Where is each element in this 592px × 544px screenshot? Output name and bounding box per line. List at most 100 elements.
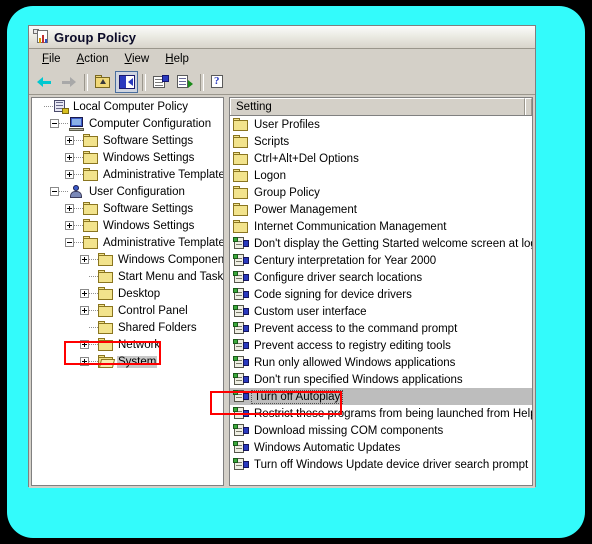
up-one-level-button[interactable] (91, 71, 114, 93)
tree-node[interactable]: Computer Configuration (32, 115, 223, 132)
tree-node[interactable]: Administrative Templates (32, 234, 223, 251)
expand-plus-icon[interactable] (65, 204, 74, 213)
expand-plus-icon[interactable] (80, 255, 89, 264)
list-row[interactable]: Century interpretation for Year 2000 (230, 252, 532, 269)
settings-list-pane[interactable]: Setting User Profiles Scripts Ctrl+Alt+Del… (229, 97, 533, 486)
tree-node[interactable]: User Configuration (32, 183, 223, 200)
back-button[interactable] (33, 71, 56, 93)
tree-connector (89, 336, 98, 353)
collapse-minus-icon[interactable] (50, 187, 59, 196)
forward-button[interactable] (57, 71, 80, 93)
tree-node[interactable]: Software Settings (32, 200, 223, 217)
collapse-minus-icon[interactable] (50, 119, 59, 128)
list-row-label: User Profiles (254, 118, 320, 131)
group-policy-window: Group Policy File Action View Help ? Loc… (28, 25, 536, 488)
folder-icon (98, 321, 114, 334)
expand-plus-icon[interactable] (65, 221, 74, 230)
list-row[interactable]: Don't run specified Windows applications (230, 371, 532, 388)
list-row[interactable]: Run only allowed Windows applications (230, 354, 532, 371)
up-folder-icon (94, 75, 111, 89)
expand-plus-icon[interactable] (65, 136, 74, 145)
tree-node[interactable]: Software Settings (32, 132, 223, 149)
list-row-label: Restrict these programs from being launc… (254, 407, 533, 420)
list-row[interactable]: Download missing COM components (230, 422, 532, 439)
tree-node[interactable]: Windows Settings (32, 217, 223, 234)
list-row[interactable]: Group Policy (230, 184, 532, 201)
tree-node-label: Administrative Templates (103, 168, 223, 181)
list-row[interactable]: Restrict these programs from being launc… (230, 405, 532, 422)
list-row[interactable]: Code signing for device drivers (230, 286, 532, 303)
console-tree-pane[interactable]: Local Computer Policy Computer Configurat… (31, 97, 224, 486)
folder-icon (83, 219, 99, 232)
tree-node[interactable]: Administrative Templates (32, 166, 223, 183)
tree-node[interactable]: Network (32, 336, 223, 353)
user-icon (68, 184, 85, 199)
list-row-label: Run only allowed Windows applications (254, 356, 456, 369)
list-row[interactable]: Prevent access to registry editing tools (230, 337, 532, 354)
list-row[interactable]: Power Management (230, 201, 532, 218)
menu-view[interactable]: View (117, 51, 158, 67)
list-row-label: Windows Automatic Updates (254, 441, 401, 454)
tree-node[interactable]: Local Computer Policy (32, 98, 223, 115)
policy-setting-icon (233, 457, 249, 472)
folder-icon (98, 304, 114, 317)
list-row[interactable]: Ctrl+Alt+Del Options (230, 150, 532, 167)
list-row[interactable]: User Profiles (230, 116, 532, 133)
list-row[interactable]: Windows Automatic Updates (230, 439, 532, 456)
policy-setting-icon (233, 423, 249, 438)
help-icon: ? (211, 75, 226, 89)
tree-node-label: Software Settings (103, 134, 194, 147)
list-row[interactable]: Don't display the Getting Started welcom… (230, 235, 532, 252)
tree-node[interactable]: Desktop (32, 285, 223, 302)
folder-icon (233, 169, 249, 182)
menu-file[interactable]: File (34, 51, 69, 67)
list-row[interactable]: Prevent access to the command prompt (230, 320, 532, 337)
list-row[interactable]: Scripts (230, 133, 532, 150)
list-row[interactable]: Configure driver search locations (230, 269, 532, 286)
tree-connector (89, 353, 98, 370)
show-hide-tree-button[interactable] (115, 71, 138, 93)
expand-plus-icon[interactable] (80, 306, 89, 315)
tree-node-label: Windows Components (118, 253, 223, 266)
collapse-minus-icon[interactable] (65, 238, 74, 247)
properties-button[interactable] (149, 71, 172, 93)
tree-node[interactable]: Windows Components (32, 251, 223, 268)
toolbar: ? (29, 70, 535, 95)
properties-icon (152, 75, 169, 89)
list-row-label: Download missing COM components (254, 424, 444, 437)
folder-icon (233, 203, 249, 216)
console-root-icon (53, 99, 69, 114)
tree-connector (89, 302, 98, 319)
expand-plus-icon[interactable] (80, 289, 89, 298)
tree-connector (89, 268, 98, 285)
expand-plus-icon[interactable] (80, 340, 89, 349)
folder-icon (233, 152, 249, 165)
column-header-setting[interactable]: Setting (230, 98, 525, 115)
list-row-label: Internet Communication Management (254, 220, 447, 233)
list-row[interactable]: Internet Communication Management (230, 218, 532, 235)
tree-node[interactable]: Control Panel (32, 302, 223, 319)
folder-icon (83, 168, 99, 181)
folder-icon (233, 220, 249, 233)
list-row[interactable]: Turn off Windows Update device driver se… (230, 456, 532, 473)
tree-node[interactable]: Start Menu and Taskbar (32, 268, 223, 285)
policy-setting-icon (233, 321, 249, 336)
menu-action[interactable]: Action (69, 51, 117, 67)
folder-icon (98, 338, 114, 351)
menu-help[interactable]: Help (157, 51, 197, 67)
tree-node[interactable]: Shared Folders (32, 319, 223, 336)
content-area: Local Computer Policy Computer Configurat… (29, 95, 535, 488)
list-row[interactable]: Custom user interface (230, 303, 532, 320)
list-row[interactable]: Logon (230, 167, 532, 184)
expand-plus-icon[interactable] (65, 170, 74, 179)
policy-setting-icon (233, 355, 249, 370)
list-row-selected[interactable]: Turn off Autoplay (230, 388, 532, 405)
tree-node[interactable]: Windows Settings (32, 149, 223, 166)
expand-plus-icon[interactable] (65, 153, 74, 162)
tree-node[interactable]: System (32, 353, 223, 370)
expand-plus-icon[interactable] (80, 357, 89, 366)
export-list-button[interactable] (173, 71, 196, 93)
help-button[interactable]: ? (207, 71, 230, 93)
list-row-label: Prevent access to registry editing tools (254, 339, 451, 352)
